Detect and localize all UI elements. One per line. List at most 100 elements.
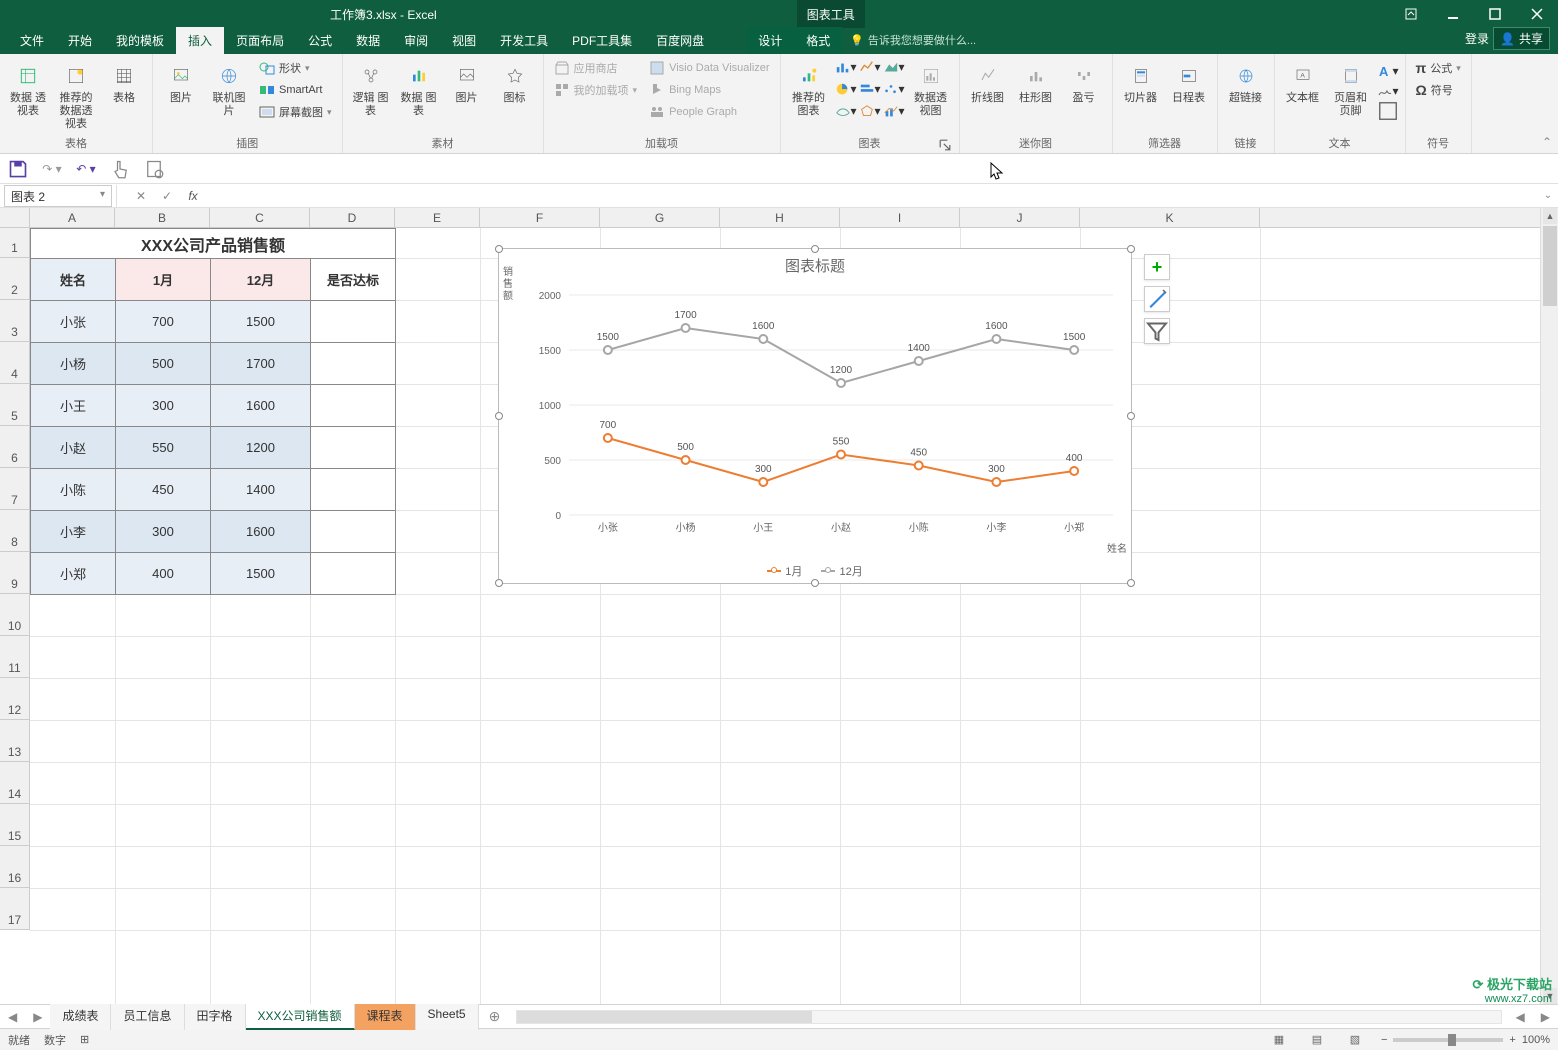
timeline-button[interactable]: 日程表 <box>1167 58 1211 107</box>
tab-mytemplates[interactable]: 我的模板 <box>104 27 176 54</box>
row-head-6[interactable]: 6 <box>0 426 29 468</box>
chart-styles-button[interactable] <box>1144 286 1170 312</box>
print-preview-icon[interactable] <box>144 159 164 179</box>
worksheet-grid[interactable]: ABCDEFGHIJK 1234567891011121314151617 XX… <box>0 208 1558 1004</box>
undo-icon[interactable]: ↶ ▾ <box>76 159 96 179</box>
sheet-tab[interactable]: 课程表 <box>355 1003 416 1030</box>
chart-pie-icon[interactable]: ▾ <box>835 80 857 98</box>
tab-formulas[interactable]: 公式 <box>296 27 344 54</box>
row-head-10[interactable]: 10 <box>0 594 29 636</box>
tab-data[interactable]: 数据 <box>344 27 392 54</box>
chart-legend[interactable]: 1月 12月 <box>499 563 1131 579</box>
chart-surface-icon[interactable]: ▾ <box>835 102 857 120</box>
row-head-7[interactable]: 7 <box>0 468 29 510</box>
chart-area-icon[interactable]: ▾ <box>883 58 905 76</box>
slicer-button[interactable]: 切片器 <box>1119 58 1163 107</box>
zoom-level[interactable]: 100% <box>1522 1034 1550 1046</box>
tab-pagelayout[interactable]: 页面布局 <box>224 27 296 54</box>
row-head-3[interactable]: 3 <box>0 300 29 342</box>
row-head-11[interactable]: 11 <box>0 636 29 678</box>
close-icon[interactable] <box>1516 0 1558 28</box>
sparkline-column-button[interactable]: 柱形图 <box>1014 58 1058 107</box>
chart-column-icon[interactable]: ▾ <box>835 58 857 76</box>
sparkline-winloss-button[interactable]: 盈亏 <box>1062 58 1106 107</box>
sheet-nav-next-icon[interactable]: ▶ <box>25 1010 50 1024</box>
touch-icon[interactable] <box>110 159 130 179</box>
tab-pdf[interactable]: PDF工具集 <box>560 27 644 54</box>
tab-home[interactable]: 开始 <box>56 27 104 54</box>
chart-elements-button[interactable]: + <box>1144 254 1170 280</box>
zoom-slider[interactable] <box>1393 1038 1503 1042</box>
pivot-table-button[interactable]: 数据 透视表 <box>6 58 50 120</box>
col-head-K[interactable]: K <box>1080 208 1260 227</box>
hscroll-right-icon[interactable]: ▶ <box>1533 1010 1558 1024</box>
chart-filter-button[interactable] <box>1144 318 1170 344</box>
col-head-F[interactable]: F <box>480 208 600 227</box>
pictures-button[interactable]: 图片 <box>159 58 203 107</box>
zoom-out-icon[interactable]: − <box>1381 1034 1387 1046</box>
row-head-14[interactable]: 14 <box>0 762 29 804</box>
tab-developer[interactable]: 开发工具 <box>488 27 560 54</box>
vertical-scrollbar[interactable]: ▲ ▼ <box>1540 208 1558 1004</box>
horizontal-scrollbar[interactable] <box>516 1010 1501 1024</box>
expand-formula-icon[interactable]: ⌄ <box>1538 190 1558 201</box>
sheet-tab[interactable]: 成绩表 <box>50 1003 111 1030</box>
tab-chart-format[interactable]: 格式 <box>794 27 842 54</box>
equation-button[interactable]: π 公式 ▾ <box>1412 58 1465 78</box>
headerfooter-button[interactable]: 页眉和页脚 <box>1329 58 1373 120</box>
enter-formula-icon[interactable]: ✓ <box>154 189 180 203</box>
scroll-up-icon[interactable]: ▲ <box>1543 208 1557 224</box>
tab-file[interactable]: 文件 <box>8 27 56 54</box>
object-icon[interactable] <box>1377 102 1399 120</box>
row-head-2[interactable]: 2 <box>0 258 29 300</box>
store-button[interactable]: 应用商店 <box>550 58 642 78</box>
row-head-1[interactable]: 1 <box>0 228 29 258</box>
table-button[interactable]: 表格 <box>102 58 146 107</box>
row-head-8[interactable]: 8 <box>0 510 29 552</box>
col-head-G[interactable]: G <box>600 208 720 227</box>
cancel-formula-icon[interactable]: ✕ <box>128 189 154 203</box>
tell-me[interactable]: 💡告诉我您想要做什么... <box>842 32 984 54</box>
chart-bar-icon[interactable]: ▾ <box>859 80 881 98</box>
chart-scatter-icon[interactable]: ▾ <box>883 80 905 98</box>
col-head-E[interactable]: E <box>395 208 480 227</box>
chart-combo-icon[interactable]: ▾ <box>883 102 905 120</box>
col-head-D[interactable]: D <box>310 208 395 227</box>
scroll-thumb[interactable] <box>1543 226 1557 306</box>
collapse-ribbon-icon[interactable]: ⌃ <box>1542 135 1552 149</box>
redo-icon[interactable]: ↷ ▾ <box>42 159 62 179</box>
sparkline-line-button[interactable]: 折线图 <box>966 58 1010 107</box>
sheet-nav-prev-icon[interactable]: ◀ <box>0 1010 25 1024</box>
name-box[interactable]: 图表 2 <box>4 185 112 207</box>
row-head-5[interactable]: 5 <box>0 384 29 426</box>
col-head-J[interactable]: J <box>960 208 1080 227</box>
chart-plot-area[interactable]: 0500100015002000小张小杨小王小赵小陈小李小郑7005003005… <box>499 249 1133 585</box>
tab-insert[interactable]: 插入 <box>176 27 224 54</box>
screenshot-button[interactable]: 屏幕截图 ▾ <box>255 102 336 122</box>
view-normal-icon[interactable]: ▦ <box>1267 1033 1291 1046</box>
row-head-15[interactable]: 15 <box>0 804 29 846</box>
pivot-chart-button[interactable]: 数据透视图 <box>909 58 953 120</box>
visio-button[interactable]: Visio Data Visualizer <box>645 58 773 78</box>
tab-baidu[interactable]: 百度网盘 <box>644 27 716 54</box>
hscroll-left-icon[interactable]: ◀ <box>1508 1010 1533 1024</box>
people-graph-button[interactable]: People Graph <box>645 102 773 122</box>
bing-button[interactable]: Bing Maps <box>645 80 773 100</box>
recommended-pivot-button[interactable]: 推荐的 数据透视表 <box>54 58 98 133</box>
share-button[interactable]: 👤共享 <box>1493 27 1550 50</box>
col-head-C[interactable]: C <box>210 208 310 227</box>
material-icon-button[interactable]: 图标 <box>493 58 537 107</box>
shapes-button[interactable]: 形状 ▾ <box>255 58 336 78</box>
chart-radar-icon[interactable]: ▾ <box>859 102 881 120</box>
row-head-17[interactable]: 17 <box>0 888 29 930</box>
tab-review[interactable]: 审阅 <box>392 27 440 54</box>
fx-icon[interactable]: fx <box>180 189 206 203</box>
sheet-tab[interactable]: 员工信息 <box>111 1003 184 1030</box>
ribbon-options-icon[interactable] <box>1390 0 1432 28</box>
data-chart-button[interactable]: 数据 图表 <box>397 58 441 120</box>
online-pictures-button[interactable]: 联机图片 <box>207 58 251 120</box>
maximize-icon[interactable] <box>1474 0 1516 28</box>
view-pagebreak-icon[interactable]: ▧ <box>1343 1033 1367 1046</box>
hyperlink-button[interactable]: 超链接 <box>1224 58 1268 107</box>
recommended-charts-button[interactable]: 推荐的 图表 <box>787 58 831 120</box>
